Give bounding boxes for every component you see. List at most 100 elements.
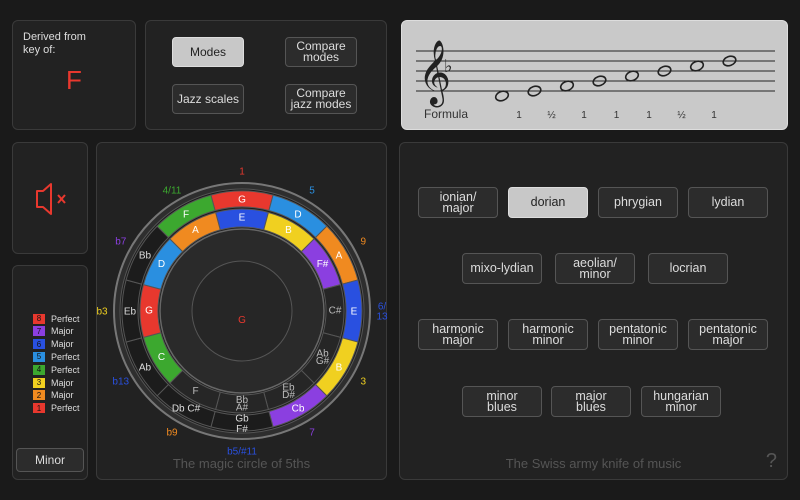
inner-note-label: F# bbox=[317, 259, 329, 270]
legend-swatch: 3 bbox=[33, 377, 45, 388]
mode-button-pentatonic[interactable]: pentatonic major bbox=[688, 319, 768, 350]
mode-button-mixo-lydian[interactable]: mixo-lydian bbox=[462, 253, 542, 284]
circle-of-fifths[interactable]: GE1DB5AF#9EC# 6/13BAb G#3CbEb D#7Gb F#Bb A#b5… bbox=[97, 143, 388, 481]
circle-footer: The magic circle of 5ths bbox=[172, 456, 311, 471]
legend-label: Perfect bbox=[51, 313, 80, 324]
legend-label: Major bbox=[51, 326, 74, 337]
mode-button-label: major blues bbox=[575, 388, 607, 414]
formula-step: 1 bbox=[613, 110, 620, 121]
key-panel: Derived from key of: F bbox=[12, 20, 136, 130]
legend-row: 3 Major bbox=[33, 377, 74, 388]
formula-step: ½ bbox=[547, 110, 556, 121]
legend-label: Perfect bbox=[51, 364, 80, 375]
interval-label: 5 bbox=[309, 185, 315, 196]
outer-note-label: Bb bbox=[139, 251, 152, 262]
modes-button[interactable]: Modes bbox=[172, 37, 244, 67]
formula-step: 1 bbox=[646, 110, 652, 121]
legend-swatch: 4 bbox=[33, 364, 45, 375]
mode-button-label: harmonic minor bbox=[522, 321, 574, 347]
mute-panel bbox=[12, 142, 88, 254]
staff-panel: 𝄞 ♭ Formula 1½111½1 bbox=[401, 20, 788, 130]
interval-label: b3 bbox=[97, 307, 108, 318]
mode-button-label: ionian/ major bbox=[439, 189, 477, 215]
legend-swatch: 7 bbox=[33, 326, 45, 337]
inner-note-label: Ab G# bbox=[316, 348, 330, 367]
legend-label: Major bbox=[51, 339, 74, 350]
legend-row: 7 Major bbox=[33, 326, 74, 337]
outer-note-label: F bbox=[183, 210, 189, 221]
mode-button-label: lydian bbox=[711, 195, 745, 209]
inner-note-label: F bbox=[192, 386, 198, 397]
key-label: Derived from key of: bbox=[23, 31, 86, 57]
legend-label: Major bbox=[51, 390, 74, 401]
legend-row: 1 Perfect bbox=[33, 403, 80, 414]
mode-button-label: hungarian minor bbox=[653, 388, 709, 414]
key-label-line2: key of: bbox=[23, 44, 56, 56]
interval-label: 6/13 bbox=[376, 302, 388, 323]
legend-swatch: 2 bbox=[33, 390, 45, 401]
legend-row: 2 Major bbox=[33, 390, 74, 401]
legend-swatch: 8 bbox=[33, 313, 45, 324]
legend-swatch: 6 bbox=[33, 339, 45, 350]
outer-note-label: A bbox=[336, 251, 343, 262]
formula-step: 1 bbox=[711, 110, 717, 121]
speaker-muted-icon[interactable] bbox=[13, 143, 89, 255]
key-value[interactable]: F bbox=[13, 65, 135, 96]
inner-note-label: D bbox=[158, 259, 165, 270]
legend-row: 4 Perfect bbox=[33, 364, 80, 375]
compare-jazz-modes-label: Compare jazz modes bbox=[290, 86, 352, 111]
mode-button-label: pentatonic major bbox=[699, 321, 757, 347]
mode-button-label: locrian bbox=[669, 261, 707, 275]
legend-row: 6 Major bbox=[33, 339, 74, 350]
center-note: G bbox=[238, 315, 246, 326]
legend-row: 8 Perfect bbox=[33, 313, 80, 324]
mode-button-minor[interactable]: minor blues bbox=[462, 386, 542, 417]
inner-note-label: A bbox=[192, 225, 199, 236]
legend-row: 5 Perfect bbox=[33, 351, 80, 362]
legend-swatch: 1 bbox=[33, 403, 45, 414]
inner-note-label: G bbox=[145, 306, 153, 317]
circle-panel: G E 1 D B 5 A F# 9 E C# 6/13 B Ab G# 3 Cb Eb D# 7 Gb F# Bb A# b5… bbox=[96, 142, 388, 481]
mode-button-label: mixo-lydian bbox=[470, 261, 534, 275]
outer-note-label: Cb bbox=[292, 404, 305, 415]
inner-note-label: E bbox=[239, 213, 246, 224]
mode-button-aeolian[interactable]: aeolian/ minor bbox=[555, 253, 635, 284]
legend-label: Perfect bbox=[51, 403, 80, 414]
mode-button-locrian[interactable]: locrian bbox=[648, 253, 728, 284]
legend-panel: 8 Perfect 7 Major 6 Major 5 Perfect 4 Perfect 3 Maj… bbox=[12, 265, 88, 480]
mode-button-harmonic[interactable]: harmonic major bbox=[418, 319, 498, 350]
outer-note-label: Db C# bbox=[172, 404, 201, 415]
inner-note-label: Bb A# bbox=[236, 395, 249, 414]
mode-button-pentatonic[interactable]: pentatonic minor bbox=[598, 319, 678, 350]
formula-step: 1 bbox=[516, 110, 522, 121]
interval-label: b9 bbox=[166, 428, 178, 439]
interval-label: 3 bbox=[360, 377, 366, 388]
mode-button-ionian[interactable]: ionian/ major bbox=[418, 187, 498, 218]
mode-button-major[interactable]: major blues bbox=[551, 386, 631, 417]
mode-button-phrygian[interactable]: phrygian bbox=[598, 187, 678, 218]
mode-button-dorian[interactable]: dorian bbox=[508, 187, 588, 218]
legend-label: Perfect bbox=[51, 351, 80, 362]
jazz-scales-button[interactable]: Jazz scales bbox=[172, 84, 244, 114]
interval-label: 1 bbox=[239, 167, 245, 178]
inner-note-label: Eb D# bbox=[282, 382, 295, 401]
compare-modes-button[interactable]: Compare modes bbox=[285, 37, 357, 67]
mode-button-label: aeolian/ minor bbox=[573, 255, 617, 281]
inner-note-label: B bbox=[285, 225, 292, 236]
mode-button-hungarian[interactable]: hungarian minor bbox=[641, 386, 721, 417]
minor-button[interactable]: Minor bbox=[16, 448, 84, 472]
mode-button-lydian[interactable]: lydian bbox=[688, 187, 768, 218]
interval-label: 9 bbox=[360, 237, 366, 248]
modes-panel: ionian/ major dorian phrygian lydian mixo-ly… bbox=[399, 142, 788, 480]
interval-label: b13 bbox=[112, 377, 129, 388]
legend-label: Major bbox=[51, 377, 74, 388]
outer-note-label: D bbox=[294, 210, 301, 221]
mode-button-label: phrygian bbox=[614, 195, 662, 209]
mode-button-harmonic[interactable]: harmonic minor bbox=[508, 319, 588, 350]
formula-step: ½ bbox=[677, 110, 686, 121]
inner-note-label: C bbox=[158, 352, 165, 363]
interval-label: 4/11 bbox=[163, 185, 182, 196]
compare-jazz-modes-button[interactable]: Compare jazz modes bbox=[285, 84, 357, 114]
outer-note-label: B bbox=[336, 363, 343, 374]
help-icon[interactable]: ? bbox=[766, 450, 777, 473]
